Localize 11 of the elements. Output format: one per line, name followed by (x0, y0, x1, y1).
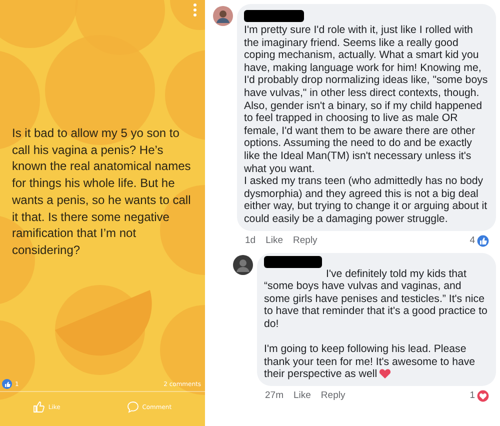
reaction-count: 4 (470, 235, 475, 246)
post-text: Is it bad to allow my 5 yo son to call his vagina a penis? He’s known the real anatomical names for things his whole life. But he wants a penis, so he wants to call it that. Is there some negative ramification that I’m not considering? (11, 125, 192, 259)
comment-text: I'm pretty sure I'd role with it, just like I rolled with the imaginary friend. Seems like a really good coping mechanism, actually. What a smart kid you have, making language work for him! Knowing me, I'd probably drop normalizing ideas like, "some boys have vulvas," in other less direct contexts, though. Also, gender isn't a binary, so if my child happened to feel trapped in choosing to live as male OR female, I'd want them to be aware there are other options. Assuming the need to do and be exactly like the Ideal Man(TM) isn't necessary unless it's what you want. I asked my trans teen (who admittedly has no body dysmorphia) and they agreed this is not a big deal either way, but trying to change it or arguing about it could easily be a damaging power struggle. (244, 24, 488, 226)
comment-action-link[interactable]: Like (293, 390, 311, 402)
reaction-count: 1 (470, 390, 475, 402)
comment-action-link[interactable]: Reply (320, 390, 346, 402)
comment-text: I've definitely told my kids that “some boys have vulvas and vaginas, and some girls have penises and testicles.” It's nice to have that reminder that it's a good practice to do! I'm going to keep following his lead. Please thank your teen for me! It's awesome to have their perspective as well (264, 268, 488, 381)
comment-time: 27m (265, 390, 284, 402)
comment-action-link[interactable]: Like (266, 235, 284, 246)
comment-time: 1d (245, 235, 256, 246)
comment-action-link[interactable]: Reply (293, 235, 318, 246)
